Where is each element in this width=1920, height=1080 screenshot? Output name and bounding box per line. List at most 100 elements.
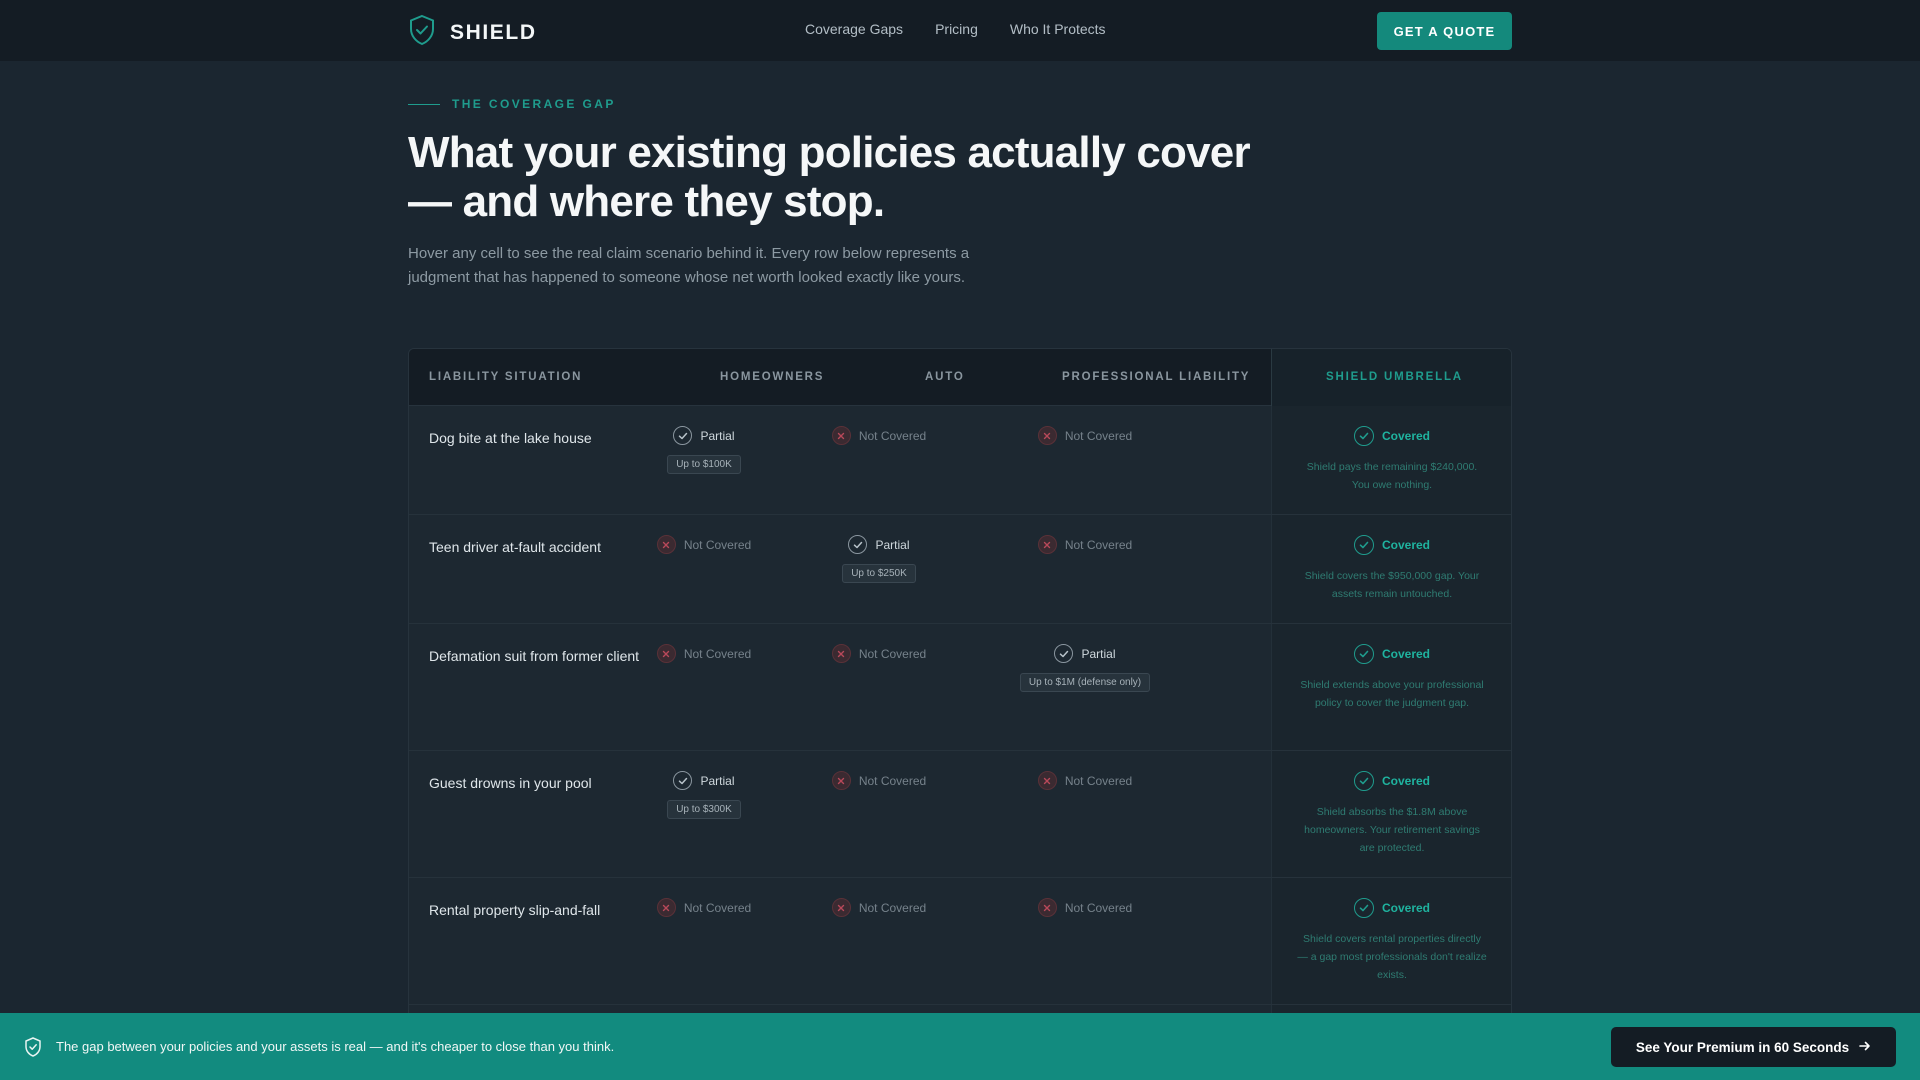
cell-shield-umbrella[interactable]: Covered Shield pays the remaining $240,0… [1297,426,1487,494]
table-header: LIABILITY SITUATION HOMEOWNERS AUTO PROF… [409,349,1511,406]
cell-professional[interactable]: Partial Up to $1M (defense only) [1010,644,1160,692]
check-circle-icon [1353,535,1374,555]
status-label: Covered [1381,901,1431,915]
x-circle-icon [831,898,851,917]
cell-auto[interactable]: Partial Up to $250K [804,535,954,583]
status-label: Partial [700,773,735,788]
row-situation: Defamation suit from former client [429,648,640,664]
cell-homeowners[interactable]: Partial Up to $100K [629,426,779,474]
x-circle-icon [1037,426,1057,445]
shield-coverage-note: Shield covers rental properties directly… [1297,933,1487,981]
check-circle-icon [1054,644,1074,663]
status-label: Partial [875,537,910,552]
row-situation: Guest drowns in your pool [429,775,592,791]
x-circle-icon [1037,898,1057,917]
brand-name: SHIELD [450,20,537,44]
status-label: Covered [1381,647,1431,661]
row-situation: Rental property slip-and-fall [429,902,601,918]
column-header-shield-umbrella: SHIELD UMBRELLA [1326,371,1463,383]
shield-logo-icon [408,14,436,51]
cell-auto[interactable]: Not Covered [804,644,954,663]
eyebrow: THE COVERAGE GAP [408,97,616,111]
cell-auto[interactable]: Not Covered [804,898,954,917]
page-title-line-1: What your existing policies actually cov… [408,128,1251,177]
x-circle-icon [1037,535,1057,554]
table-row[interactable]: Dog bite at the lake house Partial Up to… [409,406,1511,515]
column-header-professional: PROFESSIONAL LIABILITY [1062,371,1251,383]
status-label: Not Covered [858,646,927,661]
cell-shield-umbrella[interactable]: Covered Shield extends above your profes… [1297,644,1487,712]
cell-professional[interactable]: Not Covered [1010,771,1160,790]
eyebrow-label: THE COVERAGE GAP [452,97,616,111]
nav-link-who-it-protects[interactable]: Who It Protects [1010,21,1106,37]
check-circle-icon [1353,771,1374,791]
table-row[interactable]: Teen driver at-fault accident Not Covere… [409,515,1511,624]
cell-auto[interactable]: Not Covered [804,426,954,445]
check-circle-icon [673,771,693,790]
table-row[interactable]: Guest drowns in your pool Partial Up to … [409,751,1511,878]
shield-coverage-note: Shield extends above your professional p… [1300,679,1484,709]
check-circle-icon [1353,898,1374,918]
status-label: Not Covered [683,537,752,552]
page-subtitle: Hover any cell to see the real claim sce… [408,242,988,290]
status-label: Not Covered [683,900,752,915]
page-title: What your existing policies actually cov… [408,128,1308,226]
arrow-right-icon [1859,1040,1871,1055]
column-header-situation: LIABILITY SITUATION [429,371,583,383]
brand[interactable]: SHIELD [408,14,537,51]
cell-auto[interactable]: Not Covered [804,771,954,790]
x-circle-icon [831,771,851,790]
nav-links: Coverage Gaps Pricing Who It Protects [805,21,1106,37]
page-title-line-2: — and where they stop. [408,177,885,226]
coverage-table: LIABILITY SITUATION HOMEOWNERS AUTO PROF… [408,348,1512,1048]
x-circle-icon [656,644,676,663]
nav-link-coverage-gaps[interactable]: Coverage Gaps [805,21,903,37]
x-circle-icon [831,426,851,445]
cta-bar-message: The gap between your policies and your a… [56,1039,615,1054]
x-circle-icon [656,898,676,917]
coverage-limit-badge: Up to $250K [842,564,916,583]
cell-homeowners[interactable]: Not Covered [629,644,779,663]
cell-homeowners[interactable]: Not Covered [629,535,779,554]
check-circle-icon [1353,644,1374,664]
top-nav: SHIELD Coverage Gaps Pricing Who It Prot… [0,0,1920,61]
coverage-limit-badge: Up to $1M (defense only) [1019,673,1151,692]
check-circle-icon [848,535,868,554]
row-situation: Dog bite at the lake house [429,430,592,446]
coverage-limit-badge: Up to $100K [667,455,741,474]
nav-link-pricing[interactable]: Pricing [935,21,978,37]
table-row[interactable]: Rental property slip-and-fall Not Covere… [409,878,1511,1005]
table-row[interactable]: Defamation suit from former client Not C… [409,624,1511,751]
status-label: Partial [700,428,735,443]
cell-shield-umbrella[interactable]: Covered Shield absorbs the $1.8M above h… [1297,771,1487,857]
eyebrow-divider [408,103,440,105]
cell-homeowners[interactable]: Partial Up to $300K [629,771,779,819]
status-label: Not Covered [1064,900,1133,915]
status-label: Not Covered [1064,773,1133,788]
check-circle-icon [673,426,693,445]
cell-professional[interactable]: Not Covered [1010,535,1160,554]
shield-coverage-note: Shield pays the remaining $240,000. You … [1306,461,1478,491]
cell-shield-umbrella[interactable]: Covered Shield covers rental properties … [1297,898,1487,984]
shield-coverage-note: Shield covers the $950,000 gap. Your ass… [1304,570,1480,600]
sticky-cta-bar: The gap between your policies and your a… [0,1013,1920,1080]
column-header-homeowners: HOMEOWNERS [720,371,825,383]
column-header-auto: AUTO [925,371,965,383]
cell-professional[interactable]: Not Covered [1010,898,1160,917]
page-subtitle-line-2: judgment that has happened to someone wh… [408,269,966,286]
cell-homeowners[interactable]: Not Covered [629,898,779,917]
shield-coverage-note: Shield absorbs the $1.8M above homeowner… [1304,806,1480,854]
row-situation: Teen driver at-fault accident [429,539,601,555]
status-label: Covered [1381,774,1431,788]
cell-professional[interactable]: Not Covered [1010,426,1160,445]
status-label: Not Covered [858,773,927,788]
x-circle-icon [656,535,676,554]
status-label: Not Covered [683,646,752,661]
cell-shield-umbrella[interactable]: Covered Shield covers the $950,000 gap. … [1297,535,1487,603]
coverage-limit-badge: Up to $300K [667,800,741,819]
see-premium-button[interactable]: See Your Premium in 60 Seconds [1611,1027,1896,1067]
shield-check-icon [24,1037,42,1062]
get-a-quote-button[interactable]: GET A QUOTE [1377,12,1512,50]
status-label: Partial [1081,646,1116,661]
see-premium-label: See Your Premium in 60 Seconds [1635,1039,1850,1055]
